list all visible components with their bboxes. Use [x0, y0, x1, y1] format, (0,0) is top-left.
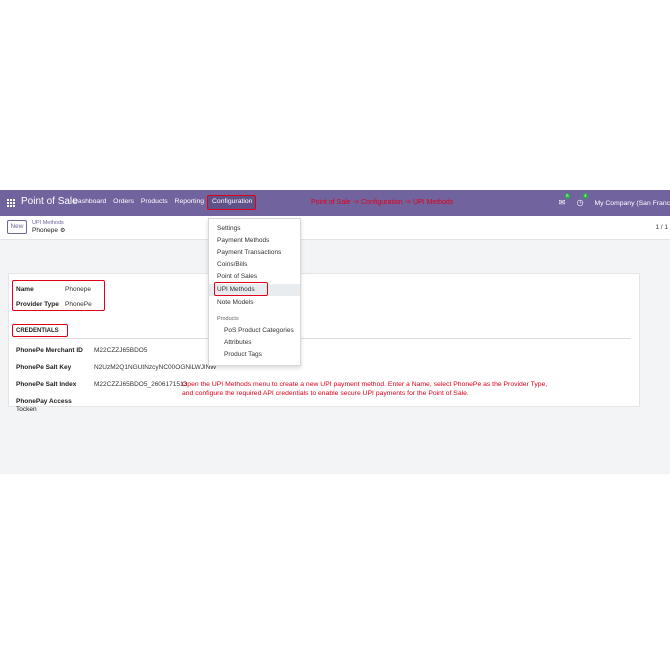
credentials-separator	[17, 338, 631, 339]
breadcrumb-current: Phonepe ⚙	[32, 227, 66, 234]
new-button[interactable]: New	[7, 220, 27, 234]
menu-dashboard[interactable]: Dashboard	[73, 198, 106, 205]
top-navbar: Point of Sale Dashboard Orders Products …	[0, 190, 670, 216]
dropdown-item-settings[interactable]: Settings	[217, 225, 241, 232]
activity-badge: 4	[582, 193, 589, 199]
navbar-systray: ✉ 6 ◷ 4 My Company (San Franc	[559, 193, 670, 208]
dropdown-item-payment-methods[interactable]: Payment Methods	[217, 237, 269, 244]
help-annotation: Open the UPI Methods menu to create a ne…	[182, 381, 622, 398]
salt-key-label: PhonePe Salt Key	[16, 364, 72, 371]
name-value[interactable]: Phonepe	[65, 286, 91, 293]
dropdown-item-coins-bills[interactable]: Coins/Bills	[217, 261, 247, 268]
dropdown-item-payment-transactions[interactable]: Payment Transactions	[217, 249, 281, 256]
menu-configuration[interactable]: Configuration	[207, 195, 256, 210]
dropdown-item-product-tags[interactable]: Product Tags	[224, 351, 262, 358]
company-switcher[interactable]: My Company (San Franc	[594, 200, 670, 207]
dropdown-item-attributes[interactable]: Attributes	[224, 339, 251, 346]
access-token-label-line2: Tocken	[16, 406, 37, 413]
menu-reporting[interactable]: Reporting	[175, 198, 204, 205]
menu-products[interactable]: Products	[141, 198, 168, 205]
menu-orders[interactable]: Orders	[113, 198, 134, 205]
merchant-id-value[interactable]: M22CZZJ65BDO5	[94, 347, 147, 354]
provider-type-value[interactable]: PhonePe	[65, 301, 92, 308]
dropdown-section-products: Products	[217, 316, 239, 322]
name-label: Name	[16, 286, 34, 293]
breadcrumb-parent[interactable]: UPI Methods	[32, 220, 64, 226]
activity-clock-icon[interactable]: ◷ 4	[577, 193, 589, 208]
app-grid-icon[interactable]	[7, 199, 16, 208]
dropdown-item-upi-methods[interactable]: UPI Methods	[217, 286, 255, 293]
dropdown-item-point-of-sales[interactable]: Point of Sales	[217, 273, 257, 280]
help-line-1: Open the UPI Methods menu to create a ne…	[182, 381, 548, 388]
control-panel: New UPI Methods Phonepe ⚙ 1 / 1	[0, 216, 670, 240]
pager: 1 / 1	[655, 224, 668, 231]
configuration-dropdown: Settings Payment Methods Payment Transac…	[208, 218, 301, 366]
dropdown-item-pos-product-categories[interactable]: PoS Product Categories	[224, 327, 294, 334]
salt-index-label: PhonePe Salt Index	[16, 381, 77, 388]
main-menu: Dashboard Orders Products Reporting	[73, 198, 209, 205]
credentials-title: CREDENTIALS	[16, 328, 59, 334]
access-token-label-line1: PhonePay Access	[16, 398, 72, 405]
help-line-2: and configure the required API credentia…	[182, 389, 469, 397]
messages-icon[interactable]: ✉ 6	[559, 193, 571, 208]
app-name[interactable]: Point of Sale	[21, 196, 78, 207]
salt-index-value[interactable]: M22CZZJ65BDO5_2606171513	[94, 381, 187, 388]
messages-badge: 6	[564, 193, 571, 199]
gear-icon[interactable]: ⚙	[60, 227, 65, 234]
dropdown-item-note-models[interactable]: Note Models	[217, 299, 254, 306]
provider-type-label: Provider Type	[16, 301, 59, 308]
navigation-annotation: Point of Sale -> Configuration -> UPI Me…	[311, 199, 454, 206]
salt-key-value[interactable]: N2UzM2Q1NGUtNzcyNC00OGNiLWJlNW	[94, 364, 216, 371]
merchant-id-label: PhonePe Merchant ID	[16, 347, 83, 354]
